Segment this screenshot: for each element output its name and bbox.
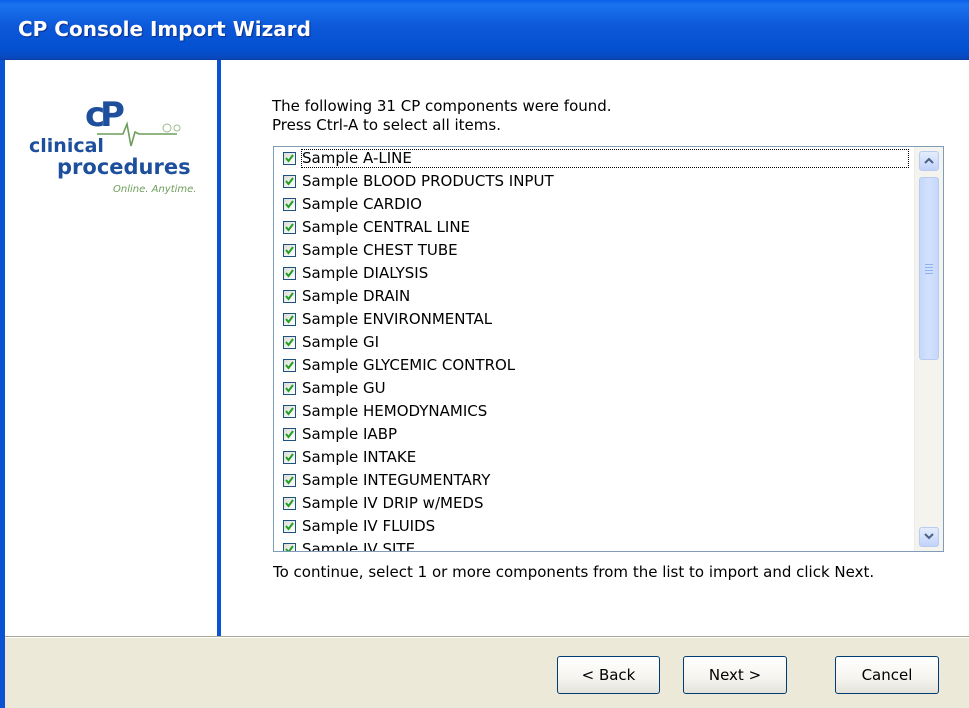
scroll-thumb[interactable]	[919, 177, 939, 360]
window-title: CP Console Import Wizard	[18, 17, 311, 41]
list-item[interactable]: Sample IABP	[274, 423, 910, 446]
svg-text:P: P	[100, 95, 125, 135]
list-item-label: Sample INTEGUMENTARY	[302, 471, 491, 489]
list-item[interactable]: Sample INTEGUMENTARY	[274, 469, 910, 492]
list-item[interactable]: Sample ENVIRONMENTAL	[274, 308, 910, 331]
checkmark-icon	[285, 361, 294, 370]
footer-separator-highlight	[5, 637, 969, 638]
checkbox[interactable]	[283, 543, 296, 551]
checkmark-icon	[285, 499, 294, 508]
list-item-label: Sample GU	[302, 379, 386, 397]
checkbox[interactable]	[283, 520, 296, 533]
checkmark-icon	[285, 476, 294, 485]
checkmark-icon	[285, 407, 294, 416]
scroll-grip-line	[925, 267, 933, 268]
list-item-label: Sample DIALYSIS	[302, 264, 429, 282]
clinical-procedures-logo: c P clinical procedures Online. Anytime.	[27, 94, 207, 204]
list-item-label: Sample GI	[302, 333, 380, 351]
cancel-button[interactable]: Cancel	[835, 656, 939, 694]
instructions-text: To continue, select 1 or more components…	[273, 563, 875, 581]
list-item-label: Sample BLOOD PRODUCTS INPUT	[302, 172, 554, 190]
list-item[interactable]: Sample GI	[274, 331, 910, 354]
checkbox[interactable]	[283, 152, 296, 165]
list-item[interactable]: Sample GU	[274, 377, 910, 400]
checkbox[interactable]	[283, 175, 296, 188]
select-all-hint: Press Ctrl-A to select all items.	[272, 116, 501, 134]
list-item-label: Sample IV DRIP w/MEDS	[302, 494, 484, 512]
list-item-label: Sample CHEST TUBE	[302, 241, 458, 259]
checkmark-icon	[285, 246, 294, 255]
checkbox[interactable]	[283, 267, 296, 280]
checkmark-icon	[285, 269, 294, 278]
intro-text: The following 31 CP components were foun…	[272, 97, 612, 135]
svg-text:procedures: procedures	[57, 155, 191, 179]
next-button[interactable]: Next >	[683, 656, 787, 694]
checkmark-icon	[285, 430, 294, 439]
checkmark-icon	[285, 453, 294, 462]
checkbox[interactable]	[283, 497, 296, 510]
checkbox[interactable]	[283, 382, 296, 395]
checkmark-icon	[285, 154, 294, 163]
list-item[interactable]: Sample IV FLUIDS	[274, 515, 910, 538]
list-item-label: Sample CENTRAL LINE	[302, 218, 471, 236]
vertical-scrollbar[interactable]	[914, 147, 943, 551]
list-item[interactable]: Sample GLYCEMIC CONTROL	[274, 354, 910, 377]
logo-tagline: Online. Anytime.	[113, 184, 197, 195]
list-item[interactable]: Sample CHEST TUBE	[274, 239, 910, 262]
checkbox[interactable]	[283, 198, 296, 211]
checkmark-icon	[285, 292, 294, 301]
checkbox[interactable]	[283, 244, 296, 257]
components-listbox[interactable]: Sample A-LINE Sample BLOOD PRODUCTS INPUT…	[273, 146, 944, 552]
checkbox[interactable]	[283, 428, 296, 441]
list-item[interactable]: Sample BLOOD PRODUCTS INPUT	[274, 170, 910, 193]
list-item[interactable]: Sample INTAKE	[274, 446, 910, 469]
checkmark-icon	[285, 200, 294, 209]
list-item-label: Sample INTAKE	[302, 448, 417, 466]
list-item[interactable]: Sample CARDIO	[274, 193, 910, 216]
scroll-grip-line	[925, 270, 933, 271]
scroll-grip-line	[925, 264, 933, 265]
checkmark-icon	[285, 545, 294, 551]
list-item[interactable]: Sample CENTRAL LINE	[274, 216, 910, 239]
scroll-grip-line	[925, 273, 933, 274]
list-item-label: Sample DRAIN	[302, 287, 411, 305]
checkbox[interactable]	[283, 359, 296, 372]
chevron-down-icon	[924, 533, 934, 540]
components-list: Sample A-LINE Sample BLOOD PRODUCTS INPUT…	[274, 147, 910, 552]
logo-panel: c P clinical procedures Online. Anytime.	[5, 60, 217, 636]
list-item-label: Sample CARDIO	[302, 195, 422, 213]
title-bar[interactable]: CP Console Import Wizard	[0, 0, 969, 60]
scroll-down-button[interactable]	[919, 527, 939, 547]
back-button[interactable]: < Back	[557, 656, 660, 694]
scroll-up-button[interactable]	[919, 151, 939, 171]
chevron-up-icon	[924, 157, 934, 164]
list-item[interactable]: Sample DIALYSIS	[274, 262, 910, 285]
checkmark-icon	[285, 177, 294, 186]
checkbox[interactable]	[283, 336, 296, 349]
checkmark-icon	[285, 223, 294, 232]
list-item-label: Sample IABP	[302, 425, 398, 443]
checkbox[interactable]	[283, 313, 296, 326]
checkbox[interactable]	[283, 221, 296, 234]
list-item-label: Sample HEMODYNAMICS	[302, 402, 488, 420]
focus-rectangle	[301, 149, 909, 168]
checkmark-icon	[285, 315, 294, 324]
list-item-label: Sample ENVIRONMENTAL	[302, 310, 493, 328]
found-count-text: The following 31 CP components were foun…	[272, 97, 612, 115]
checkmark-icon	[285, 338, 294, 347]
list-item[interactable]: Sample HEMODYNAMICS	[274, 400, 910, 423]
checkbox[interactable]	[283, 290, 296, 303]
list-item[interactable]: Sample IV DRIP w/MEDS	[274, 492, 910, 515]
list-item-label: Sample IV FLUIDS	[302, 517, 436, 535]
checkbox[interactable]	[283, 451, 296, 464]
checkmark-icon	[285, 384, 294, 393]
checkbox[interactable]	[283, 405, 296, 418]
list-item-label: Sample GLYCEMIC CONTROL	[302, 356, 516, 374]
svg-text:clinical: clinical	[29, 135, 104, 157]
checkbox[interactable]	[283, 474, 296, 487]
list-item[interactable]: Sample IV SITE	[274, 538, 910, 552]
list-item-label: Sample IV SITE	[302, 540, 416, 552]
list-item[interactable]: Sample DRAIN	[274, 285, 910, 308]
checkmark-icon	[285, 522, 294, 531]
